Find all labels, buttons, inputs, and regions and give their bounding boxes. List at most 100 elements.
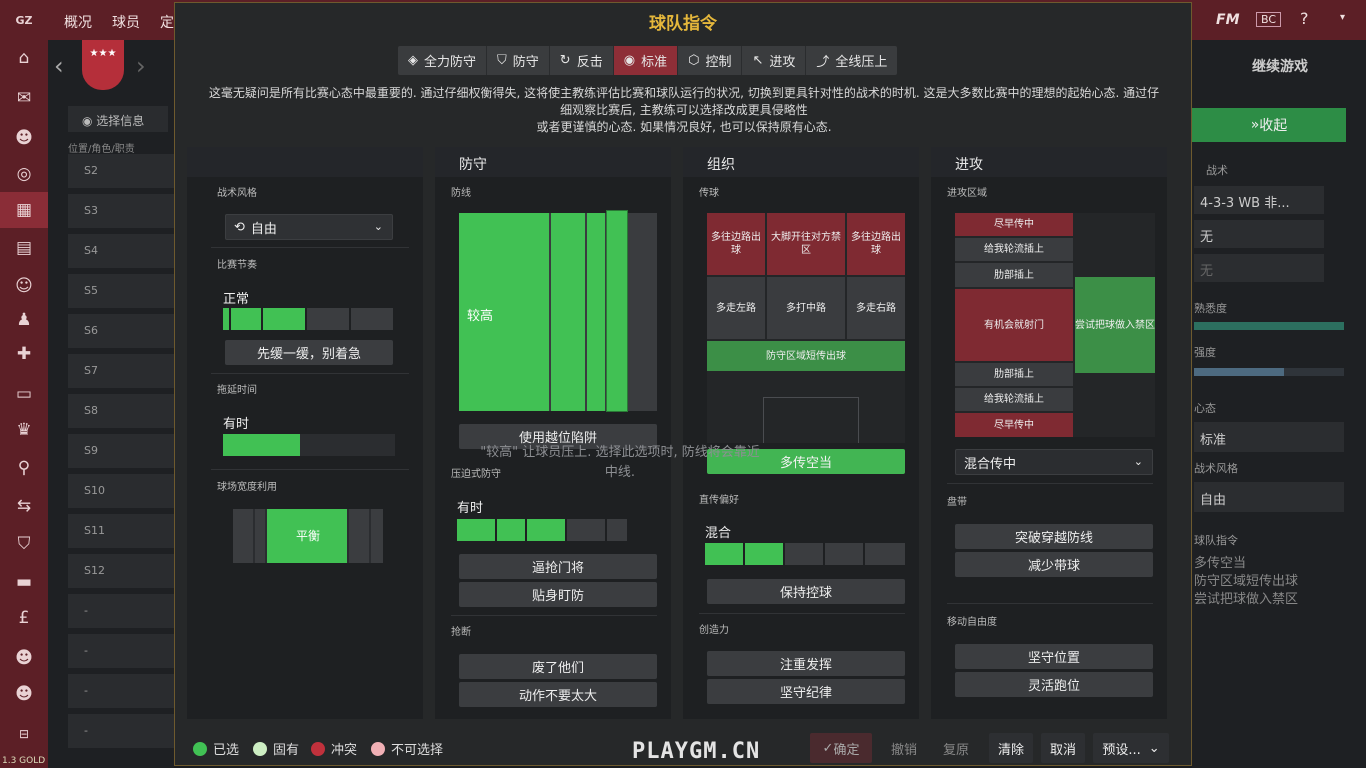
finances-icon[interactable]: ▬ — [0, 564, 48, 600]
mentality-attacking[interactable]: ↖ 进攻 — [742, 46, 807, 75]
tab-overview[interactable]: 概况 — [64, 12, 92, 32]
player-row[interactable]: - — [68, 674, 174, 708]
clear-button[interactable]: 清除 — [989, 733, 1033, 763]
redo-button[interactable]: 复原 — [933, 733, 979, 763]
transfers-icon[interactable]: ⇆ — [0, 488, 48, 524]
tab-players[interactable]: 球员 — [112, 12, 140, 32]
tactic-slot-2[interactable]: 无 — [1194, 220, 1324, 248]
attack-zone-3[interactable]: 有机会就射门 — [955, 289, 1073, 361]
tab-more[interactable]: 定 — [160, 12, 174, 32]
fm-icon[interactable]: FM — [1216, 12, 1240, 28]
width-slider[interactable]: 平衡 — [233, 509, 383, 563]
player-row[interactable]: S7 — [68, 354, 174, 388]
pressing-slider[interactable] — [457, 519, 657, 541]
hold-position-button[interactable]: 坚守位置 — [955, 644, 1153, 669]
tempo-slider[interactable] — [223, 308, 395, 330]
club-icon[interactable]: ⛉ — [0, 526, 48, 562]
scouting-icon[interactable]: ⚲ — [0, 450, 48, 486]
finance-coin-icon[interactable]: £ — [0, 600, 48, 636]
player-row[interactable]: S6 — [68, 314, 174, 348]
pass-zone-long[interactable]: 大脚开往对方禁区 — [767, 213, 845, 275]
work-into-box-zone[interactable]: 尝试把球做入禁区 — [1075, 277, 1155, 373]
preset-dropdown[interactable]: 预设... ⌄ — [1093, 733, 1169, 763]
player-row[interactable]: - — [68, 594, 174, 628]
time-wasting-slider[interactable] — [223, 434, 395, 456]
tighter-marking-button[interactable]: 贴身盯防 — [459, 582, 657, 607]
press-goalkeeper-button[interactable]: 逼抢门将 — [459, 554, 657, 579]
medical-icon[interactable]: ✚ — [0, 336, 48, 372]
passing-directness-slider[interactable] — [705, 543, 905, 565]
run-at-defence-button[interactable]: 突破穿越防线 — [955, 524, 1153, 549]
trophy-icon[interactable]: ♛ — [0, 412, 48, 448]
fm-logo-icon[interactable]: GZ — [0, 2, 48, 38]
mentality-dropdown[interactable]: 标准 — [1194, 422, 1344, 452]
tactical-style-dropdown[interactable]: ⟲ 自由 ⌄ — [225, 214, 393, 240]
mentality-positive[interactable]: ⬡ 控制 — [678, 46, 743, 75]
attack-zone-5[interactable]: 给我轮流插上 — [955, 388, 1073, 411]
crossing-style-dropdown[interactable]: 混合传中 ⌄ — [955, 449, 1153, 475]
confirm-button[interactable]: ✓ 确定 — [810, 733, 872, 763]
inbox-icon[interactable]: ✉ — [0, 80, 48, 116]
staff-icon[interactable]: ☺ — [0, 268, 48, 304]
back-icon[interactable]: ‹ — [54, 52, 64, 80]
short-distribution-zone[interactable]: 防守区域短传出球 — [707, 341, 905, 371]
tempo-relax-button[interactable]: 先缓一缓，别着急 — [225, 340, 393, 365]
mentality-defensive[interactable]: ⛉ 防守 — [487, 46, 550, 75]
attack-zone-2[interactable]: 肋部插上 — [955, 263, 1073, 287]
select-info-dropdown[interactable]: ◉ 选择信息 — [68, 106, 168, 132]
player-row[interactable]: S9 — [68, 434, 174, 468]
tactic-slot-3[interactable]: 无 — [1194, 254, 1324, 282]
attack-zone-6[interactable]: 尽早传中 — [955, 413, 1073, 437]
forward-icon[interactable]: › — [136, 52, 146, 80]
formation-dropdown[interactable]: 4-3-3 WB 非... — [1194, 186, 1324, 214]
player-row[interactable]: S10 — [68, 474, 174, 508]
pass-zone-left[interactable]: 多走左路 — [707, 277, 765, 339]
player-row[interactable]: S4 — [68, 234, 174, 268]
mentality-very-attacking[interactable]: ⤴ 全线压上 — [806, 46, 897, 75]
continue-button[interactable]: 继续游戏 — [1252, 56, 1308, 76]
retain-possession-button[interactable]: 保持控球 — [707, 579, 905, 604]
style-dropdown[interactable]: 自由 — [1194, 482, 1344, 512]
player-row[interactable]: S11 — [68, 514, 174, 548]
save-icon[interactable]: ⊟ — [0, 716, 48, 752]
defensive-line-slider[interactable]: 较高 — [459, 210, 657, 412]
collapse-button[interactable]: » 收起 — [1192, 108, 1346, 142]
roam-button[interactable]: 灵活跑位 — [955, 672, 1153, 697]
player-row[interactable]: S12 — [68, 554, 174, 588]
schedule-icon[interactable]: ▭ — [0, 376, 48, 412]
bc-icon[interactable]: BC — [1256, 12, 1282, 27]
attack-zone-4[interactable]: 肋部插上 — [955, 363, 1073, 386]
mentality-counter[interactable]: ↻ 反击 — [550, 46, 614, 75]
player-row[interactable]: - — [68, 714, 174, 748]
pass-zone-right[interactable]: 多走右路 — [847, 277, 905, 339]
help-icon[interactable]: ? — [1300, 9, 1309, 28]
get-stuck-in-button[interactable]: 废了他们 — [459, 654, 657, 679]
be-expressive-button[interactable]: 注重发挥 — [707, 651, 905, 676]
stay-on-feet-button[interactable]: 动作不要太大 — [459, 682, 657, 707]
undo-button[interactable]: 撤销 — [881, 733, 927, 763]
home-icon[interactable]: ⌂ — [0, 40, 48, 76]
training-icon[interactable]: ♟ — [0, 302, 48, 338]
attack-zone-1[interactable]: 给我轮流插上 — [955, 238, 1073, 261]
cancel-button[interactable]: 取消 — [1041, 733, 1085, 763]
chevron-down-icon[interactable]: ▾ — [1340, 12, 1345, 23]
mentality-balanced[interactable]: ◉ 标准 — [613, 46, 679, 75]
pass-zone-left-wide[interactable]: 多往边路出球 — [707, 213, 765, 275]
pass-zone-centre[interactable]: 多打中路 — [767, 277, 845, 339]
player-row[interactable]: - — [68, 634, 174, 668]
dribble-less-button[interactable]: 减少带球 — [955, 552, 1153, 577]
player-row[interactable]: S5 — [68, 274, 174, 308]
tactics-icon[interactable]: ▦ — [0, 192, 48, 228]
pass-zone-right-wide[interactable]: 多往边路出球 — [847, 213, 905, 275]
mentality-very-defensive[interactable]: ◈ 全力防守 — [398, 46, 488, 75]
squad-icon[interactable]: ☻ — [0, 120, 48, 156]
data-icon[interactable]: ▤ — [0, 230, 48, 266]
player-row[interactable]: S2 — [68, 154, 174, 188]
dynamics-icon[interactable]: ◎ — [0, 156, 48, 192]
be-disciplined-button[interactable]: 坚守纪律 — [707, 679, 905, 704]
player-row[interactable]: S8 — [68, 394, 174, 428]
u18-icon[interactable]: ☻ — [0, 676, 48, 712]
u23-icon[interactable]: ☻ — [0, 640, 48, 676]
attack-zone-0[interactable]: 尽早传中 — [955, 213, 1073, 236]
player-row[interactable]: S3 — [68, 194, 174, 228]
